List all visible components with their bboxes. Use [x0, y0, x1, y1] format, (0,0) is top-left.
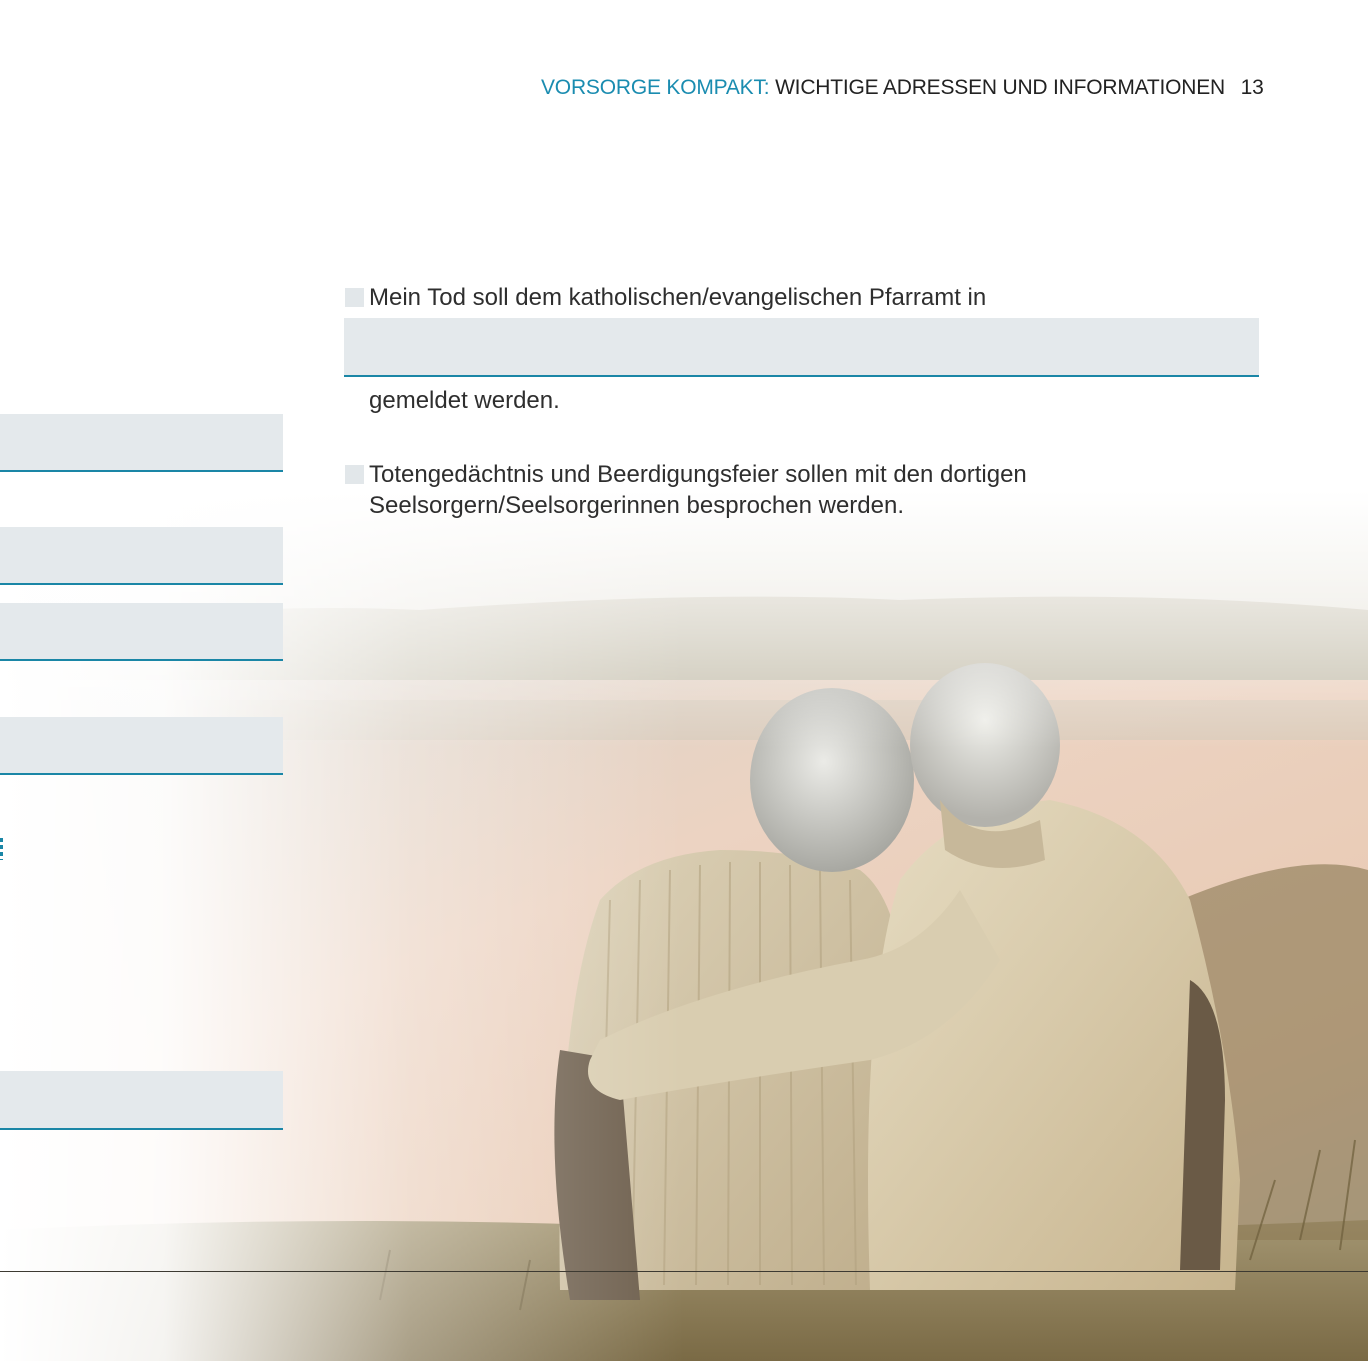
header-title: WICHTIGE ADRESSEN UND INFORMATIONEN [775, 76, 1226, 99]
page-number: 13 [1240, 76, 1264, 99]
seelsorge-line-1: Totengedächtnis und Beerdigungsfeier sol… [369, 461, 1027, 488]
left-field-2[interactable] [0, 527, 283, 585]
running-header: VORSORGE KOMPAKT: WICHTIGE ADRESSEN UND … [541, 76, 1264, 100]
checkbox-seelsorge[interactable] [345, 465, 364, 484]
seelsorge-line-2: Seelsorgern/Seelsorgerinnen besprochen w… [369, 492, 905, 519]
header-section: VORSORGE KOMPAKT: [541, 76, 770, 99]
left-field-4[interactable] [0, 717, 283, 775]
left-field-5[interactable] [0, 1071, 283, 1130]
pfarramt-suffix: gemeldet werden. [369, 387, 560, 414]
pfarramt-field[interactable] [344, 318, 1259, 377]
checkbox-pfarramt[interactable] [345, 288, 364, 307]
left-field-3[interactable] [0, 603, 283, 661]
edge-mark [0, 838, 3, 860]
couple-photo [0, 0, 1368, 1361]
left-field-1[interactable] [0, 414, 283, 472]
bottom-rule [0, 1271, 1368, 1272]
pfarramt-label: Mein Tod soll dem katholischen/evangelis… [369, 284, 987, 311]
